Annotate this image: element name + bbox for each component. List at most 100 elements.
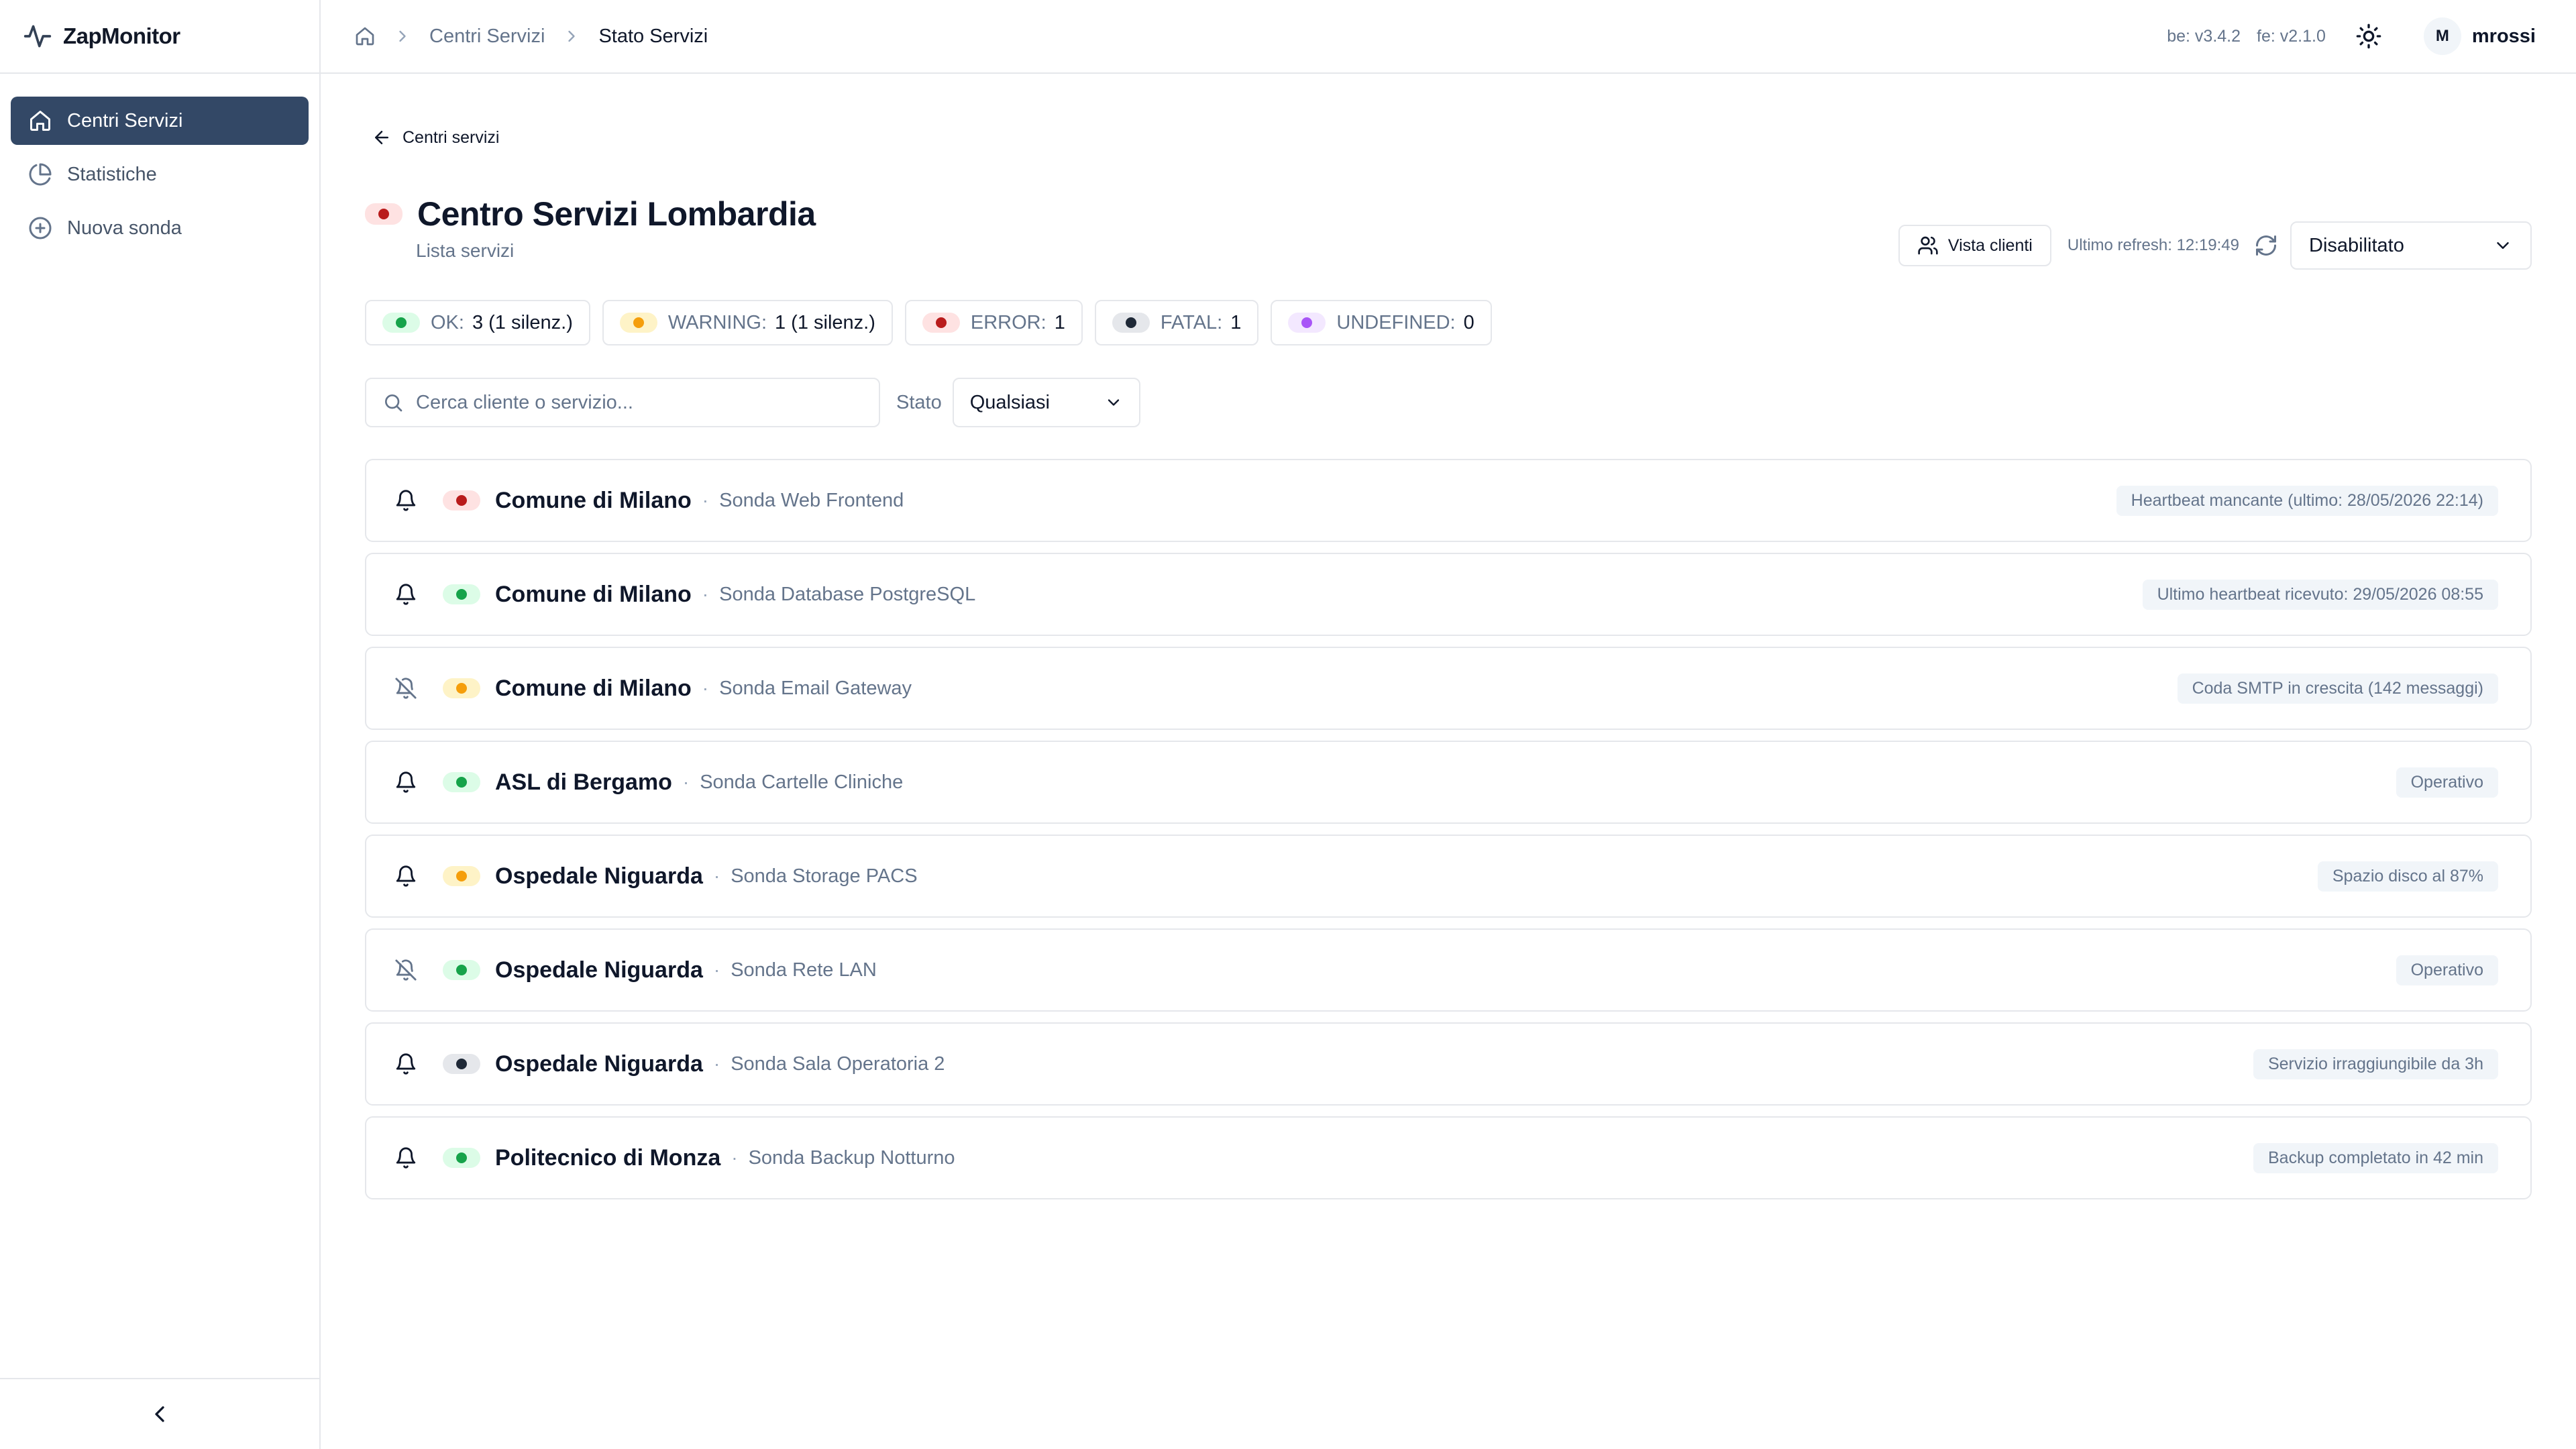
status-message: Ultimo heartbeat ricevuto: 29/05/2026 08… xyxy=(2142,579,2498,610)
service-name: Sonda Sala Operatoria 2 xyxy=(731,1053,945,1075)
title-actions: Vista clienti Ultimo refresh: 12:19:49 D… xyxy=(1898,221,2532,270)
status-pill xyxy=(443,1148,480,1168)
filters-bar: Stato Qualsiasi xyxy=(365,378,1140,427)
status-message: Spazio disco al 87% xyxy=(2317,861,2498,892)
arrow-left-icon xyxy=(372,127,392,148)
pie-chart-icon xyxy=(28,162,52,186)
frontend-version: fe: v2.1.0 xyxy=(2257,26,2326,46)
status-pill xyxy=(1288,313,1326,333)
client-name: Comune di Milano xyxy=(495,487,692,513)
service-row[interactable]: Comune di Milano · Sonda Database Postgr… xyxy=(365,553,2532,636)
collapse-sidebar-icon[interactable] xyxy=(146,1401,173,1428)
status-pill xyxy=(443,772,480,792)
bell-icon[interactable] xyxy=(394,865,417,888)
status-pill xyxy=(443,866,480,886)
breadcrumb-stato-servizi: Stato Servizi xyxy=(598,25,708,47)
bell-icon[interactable] xyxy=(394,1146,417,1169)
client-name: Ospedale Niguarda xyxy=(495,863,703,889)
back-link[interactable]: Centri servizi xyxy=(372,127,499,148)
separator-dot: · xyxy=(702,490,709,511)
page-subtitle: Lista servizi xyxy=(416,240,515,261)
separator-dot: · xyxy=(731,1147,738,1168)
service-row[interactable]: Ospedale Niguarda · Sonda Sala Operatori… xyxy=(365,1022,2532,1106)
search-box xyxy=(365,378,880,427)
status-message: Coda SMTP in crescita (142 messaggi) xyxy=(2177,673,2498,704)
sun-icon[interactable] xyxy=(2355,23,2382,50)
service-row[interactable]: Comune di Milano · Sonda Email Gateway C… xyxy=(365,647,2532,730)
status-chip-fatal[interactable]: FATAL: 1 xyxy=(1094,300,1259,345)
sidebar-item-label: Nuova sonda xyxy=(67,217,182,239)
service-name: Sonda Database PostgreSQL xyxy=(719,583,976,605)
service-row[interactable]: Politecnico di Monza · Sonda Backup Nott… xyxy=(365,1116,2532,1199)
client-name: ASL di Bergamo xyxy=(495,769,672,795)
home-icon xyxy=(28,109,52,133)
sidebar-item-nuova-sonda[interactable]: Nuova sonda xyxy=(11,204,309,252)
client-name: Politecnico di Monza xyxy=(495,1144,721,1171)
state-filter-select[interactable]: Qualsiasi xyxy=(952,378,1140,427)
service-row[interactable]: Comune di Milano · Sonda Web Frontend He… xyxy=(365,459,2532,542)
brand[interactable]: ZapMonitor xyxy=(0,0,319,74)
activity-icon xyxy=(23,21,52,51)
status-message: Operativo xyxy=(2396,767,2498,798)
top-header: Centri Servizi Stato Servizi be: v3.4.2 … xyxy=(321,0,2576,74)
sidebar: ZapMonitor Centri Servizi Statistiche Nu… xyxy=(0,0,321,1449)
chip-value: 3 (1 silenz.) xyxy=(472,311,573,333)
status-chip-undefined[interactable]: UNDEFINED: 0 xyxy=(1271,300,1492,345)
separator-dot: · xyxy=(713,1053,720,1074)
state-filter-label: Stato xyxy=(896,391,942,413)
chip-label: UNDEFINED: xyxy=(1336,311,1456,333)
chip-value: 1 xyxy=(1230,311,1242,333)
chip-label: ERROR: xyxy=(970,311,1046,333)
vista-clienti-button[interactable]: Vista clienti xyxy=(1898,225,2051,266)
service-row[interactable]: Ospedale Niguarda · Sonda Storage PACS S… xyxy=(365,835,2532,918)
backend-version: be: v3.4.2 xyxy=(2167,26,2241,46)
header-right: be: v3.4.2 fe: v2.1.0 M mrossi xyxy=(2151,17,2536,55)
state-filter-value: Qualsiasi xyxy=(969,391,1050,413)
bell-off-icon[interactable] xyxy=(394,677,417,700)
avatar: M xyxy=(2423,17,2461,55)
breadcrumb-centri-servizi[interactable]: Centri Servizi xyxy=(429,25,545,48)
status-pill xyxy=(443,1054,480,1074)
separator-dot: · xyxy=(713,959,720,980)
status-pill xyxy=(443,960,480,980)
bell-icon[interactable] xyxy=(394,583,417,606)
user-menu[interactable]: M mrossi xyxy=(2423,17,2536,55)
client-name: Comune di Milano xyxy=(495,675,692,701)
app-name: ZapMonitor xyxy=(63,23,180,48)
chevron-down-icon xyxy=(1104,393,1123,412)
users-icon xyxy=(1917,235,1939,256)
service-row[interactable]: Ospedale Niguarda · Sonda Rete LAN Opera… xyxy=(365,928,2532,1012)
chip-value: 1 (1 silenz.) xyxy=(775,311,875,333)
sidebar-item-statistiche[interactable]: Statistiche xyxy=(11,150,309,199)
search-input[interactable] xyxy=(416,391,845,414)
status-pill xyxy=(443,584,480,604)
title-row: Centro Servizi Lombardia xyxy=(365,195,816,233)
bell-icon[interactable] xyxy=(394,1053,417,1075)
bell-off-icon[interactable] xyxy=(394,959,417,981)
refresh-icon[interactable] xyxy=(2254,233,2278,258)
separator-dot: · xyxy=(702,678,709,698)
chip-value: 1 xyxy=(1054,311,1065,333)
service-name: Sonda Storage PACS xyxy=(731,865,918,887)
bell-icon[interactable] xyxy=(394,771,417,794)
chevron-down-icon xyxy=(2493,235,2513,256)
last-refresh-text: Ultimo refresh: 12:19:49 xyxy=(2067,236,2239,254)
back-link-label: Centri servizi xyxy=(402,127,500,147)
service-row[interactable]: ASL di Bergamo · Sonda Cartelle Cliniche… xyxy=(365,741,2532,824)
status-chip-ok[interactable]: OK: 3 (1 silenz.) xyxy=(365,300,590,345)
home-icon[interactable] xyxy=(354,25,376,47)
status-chip-warning[interactable]: WARNING: 1 (1 silenz.) xyxy=(602,300,893,345)
sidebar-item-label: Centri Servizi xyxy=(67,109,183,131)
status-chip-error[interactable]: ERROR: 1 xyxy=(904,300,1083,345)
service-name: Sonda Web Frontend xyxy=(719,489,904,511)
vista-clienti-label: Vista clienti xyxy=(1947,235,2033,255)
client-name: Ospedale Niguarda xyxy=(495,957,703,983)
auto-refresh-select[interactable]: Disabilitato xyxy=(2290,221,2532,270)
client-name: Comune di Milano xyxy=(495,581,692,607)
status-pill xyxy=(382,313,420,333)
bell-icon[interactable] xyxy=(394,489,417,512)
status-pill xyxy=(922,313,960,333)
sidebar-item-centri-servizi[interactable]: Centri Servizi xyxy=(11,97,309,145)
status-summary: OK: 3 (1 silenz.) WARNING: 1 (1 silenz.)… xyxy=(365,300,1504,345)
status-pill xyxy=(443,490,480,511)
